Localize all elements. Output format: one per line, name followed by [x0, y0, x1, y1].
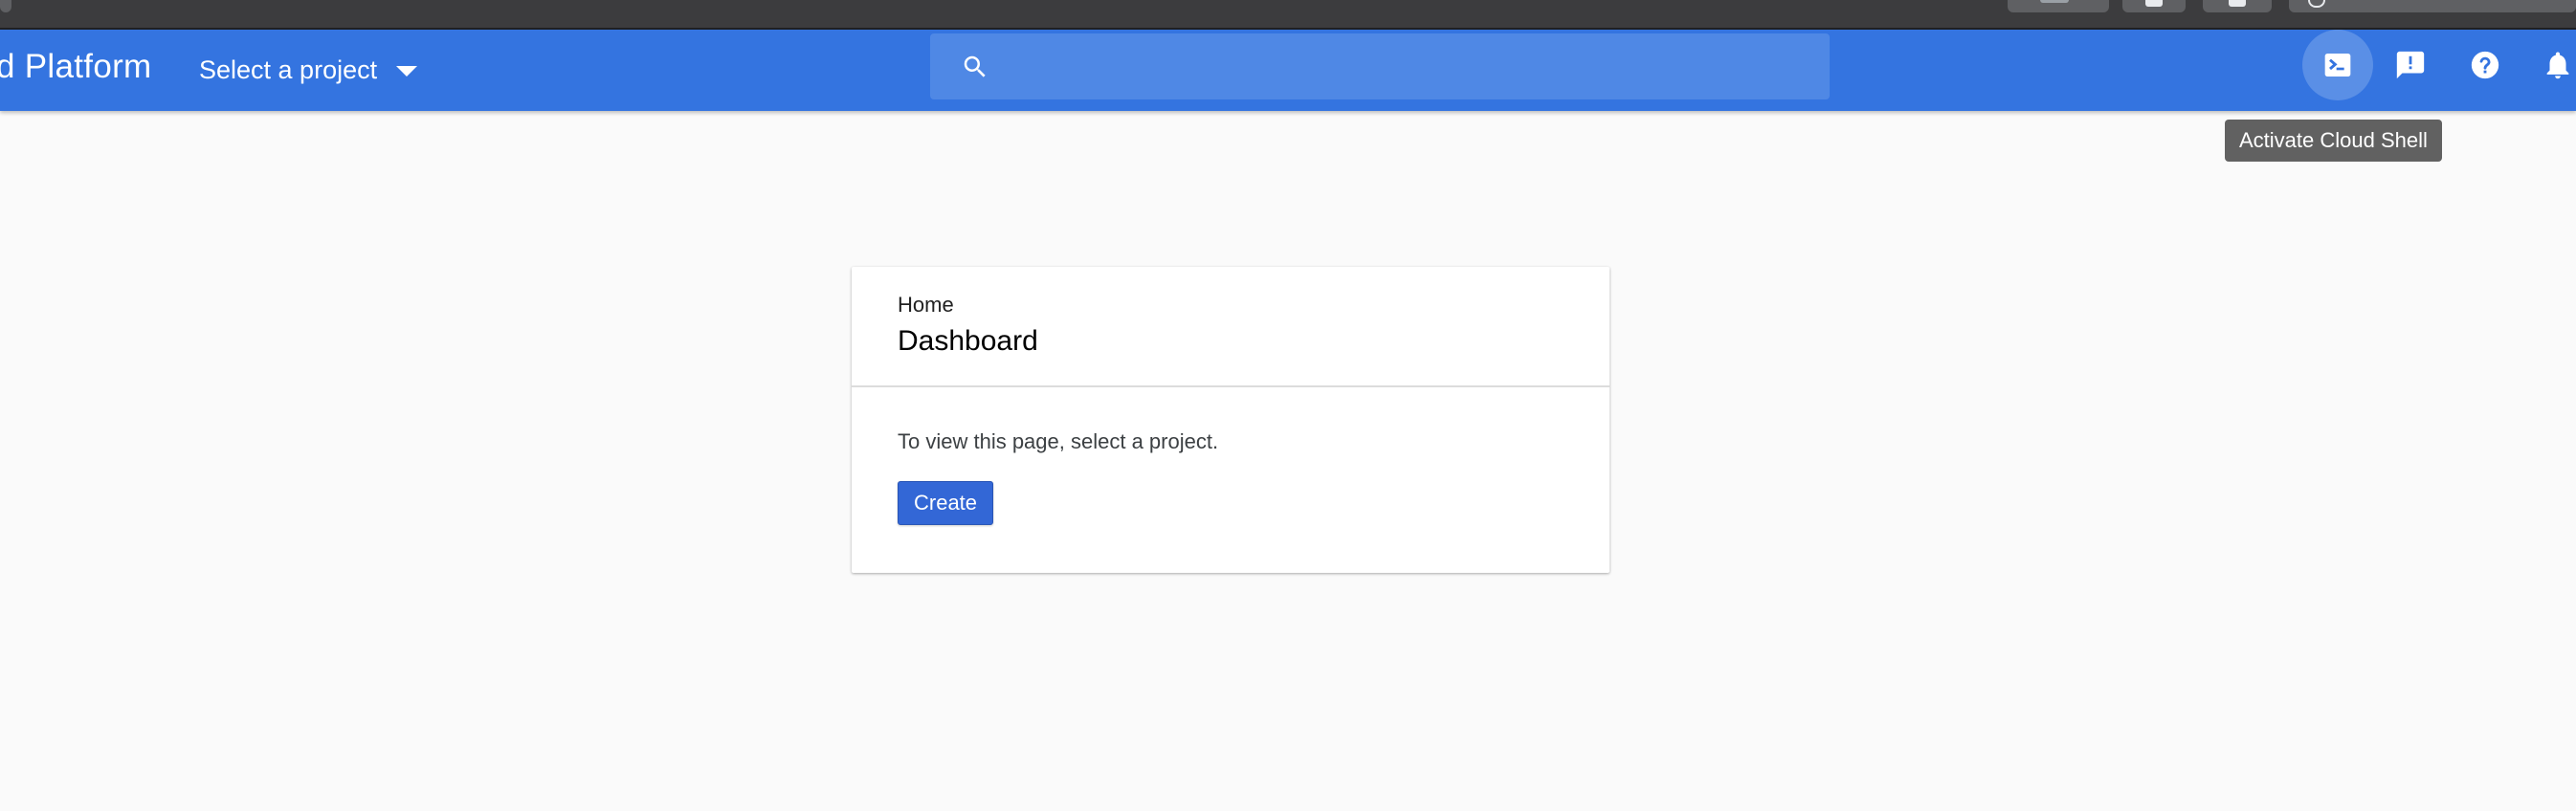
- browser-account-button[interactable]: [2203, 0, 2272, 12]
- search-bar[interactable]: [930, 33, 1830, 99]
- search-icon: [2308, 0, 2325, 8]
- cloud-shell-tooltip: Activate Cloud Shell: [2225, 120, 2442, 162]
- search-input[interactable]: [1003, 43, 1810, 91]
- top-app-bar: d Platform Select a project: [0, 30, 2576, 111]
- dropdown-arrow-icon: [396, 66, 418, 77]
- help-icon: [2471, 51, 2499, 79]
- product-name[interactable]: d Platform: [0, 48, 152, 86]
- app-root: d Platform Select a project Activate Clo…: [0, 0, 2576, 811]
- project-selector[interactable]: Select a project: [199, 49, 418, 91]
- project-selector-label: Select a project: [199, 55, 378, 84]
- extension-icon: [2145, 0, 2163, 7]
- page-title: Dashboard: [898, 325, 1038, 357]
- create-project-button[interactable]: Create: [898, 481, 994, 525]
- send-feedback-button[interactable]: [2375, 30, 2446, 100]
- dashboard-card: Home Dashboard To view this page, select…: [852, 267, 1610, 573]
- browser-search-field[interactable]: [2289, 0, 2576, 12]
- search-icon: [964, 55, 986, 77]
- terminal-icon: [2324, 54, 2351, 77]
- account-icon: [2229, 0, 2246, 7]
- browser-chrome: [0, 0, 2576, 30]
- bell-icon: [2546, 52, 2569, 79]
- breadcrumb[interactable]: Home: [898, 293, 954, 318]
- feedback-icon: [2396, 51, 2425, 79]
- help-button[interactable]: [2450, 30, 2520, 100]
- select-project-message: To view this page, select a project.: [898, 429, 1219, 453]
- browser-toolbar-icon: [2040, 0, 2069, 3]
- browser-toolbar-button[interactable]: [2008, 0, 2109, 12]
- browser-extension-button[interactable]: [2122, 0, 2186, 12]
- activate-cloud-shell-button[interactable]: [2302, 30, 2373, 100]
- card-header: Home Dashboard: [852, 267, 1610, 387]
- browser-tab-fragment[interactable]: [0, 0, 11, 12]
- notifications-button[interactable]: [2522, 30, 2576, 100]
